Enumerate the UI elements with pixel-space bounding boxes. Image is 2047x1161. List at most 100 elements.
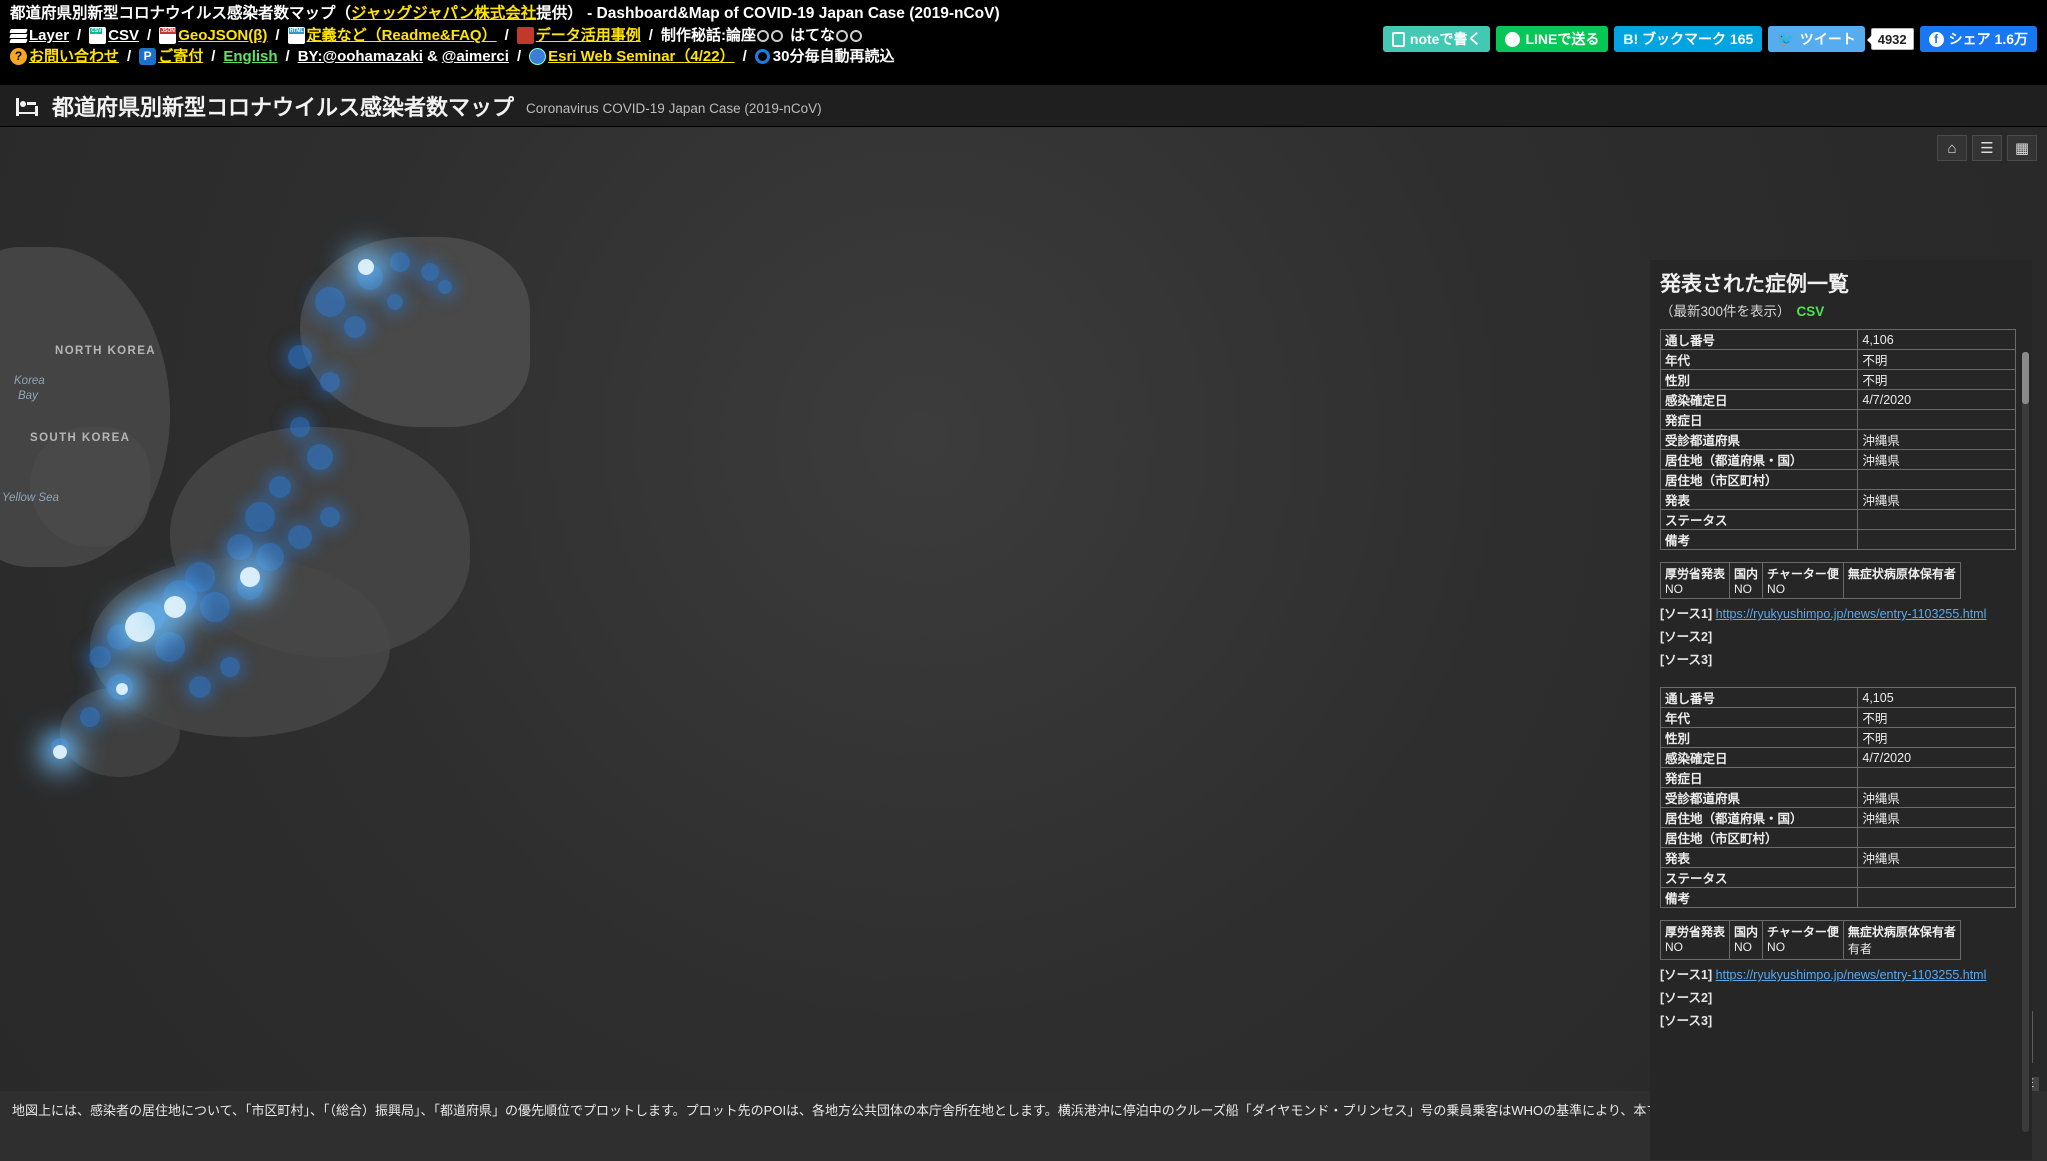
map-canvas[interactable] xyxy=(0,127,2047,1161)
map-case-cluster[interactable] xyxy=(421,263,439,281)
csv-file-icon: CSV xyxy=(89,27,107,45)
map-case-hotspot[interactable] xyxy=(358,259,374,275)
map-case-cluster[interactable] xyxy=(269,476,291,498)
note-share-button[interactable]: noteで書く xyxy=(1382,26,1491,52)
map-case-cluster[interactable] xyxy=(80,707,100,727)
case-field-key: 居住地（都道府県・国） xyxy=(1659,807,1859,828)
case-flag-value: 有者 xyxy=(1847,942,1872,956)
case-field-value: 沖縄県 xyxy=(1857,489,2016,510)
facebook-share-button[interactable]: f シェア 1.6万 xyxy=(1919,26,2037,52)
jagjapan-link[interactable]: ジャッグジャパン株式会社 xyxy=(351,5,536,22)
map-case-cluster[interactable] xyxy=(256,543,284,571)
parking-icon: P xyxy=(139,48,157,66)
map-case-hotspot[interactable] xyxy=(240,567,260,587)
case-field-value: 沖縄県 xyxy=(1857,847,2016,868)
line-share-button[interactable]: LINEで送る xyxy=(1496,26,1609,52)
author-oohamazaki-link[interactable]: BY:@oohamazaki xyxy=(298,49,423,65)
hatena-bookmark-label: B! ブックマーク 165 xyxy=(1623,31,1754,47)
map-case-cluster[interactable] xyxy=(288,345,312,369)
esri-seminar-link[interactable]: Esri Web Seminar（4/22） xyxy=(548,49,734,65)
case-field-value: 沖縄県 xyxy=(1857,449,2016,470)
map-label-korea-bay: Korea xyxy=(14,375,45,387)
map-case-cluster[interactable] xyxy=(288,525,312,549)
map-case-cluster[interactable] xyxy=(390,252,410,272)
circle-icon[interactable] xyxy=(770,29,783,42)
map-case-cluster[interactable] xyxy=(200,592,230,622)
geojson-link[interactable]: GeoJSON(β) xyxy=(178,28,267,44)
hatena-bookmark-button[interactable]: B! ブックマーク 165 xyxy=(1614,26,1763,52)
case-flag-table: 厚労省発表 NO 国内 NO チャーター便 NO 無症状病原体保有者 有者 xyxy=(1659,920,1961,960)
case-field-value: 4/7/2020 xyxy=(1857,747,2016,768)
data-usecase-link[interactable]: データ活用事例 xyxy=(536,28,641,44)
map-case-cluster[interactable] xyxy=(89,646,111,668)
table-row: 年代 不明 xyxy=(1659,349,2016,370)
case-list-panel[interactable]: 発表された症例一覧 （最新300件を表示） CSV 通し番号 4,106 年代 不明 性別… xyxy=(1650,260,2032,1160)
map-case-cluster[interactable] xyxy=(189,676,211,698)
english-link[interactable]: English xyxy=(223,49,277,65)
map-case-hotspot[interactable] xyxy=(164,596,186,618)
case-detail-table: 通し番号 4,105 年代 不明 性別 不明 感染確定日 4/7/2020 発症日 受診都道府県沖… xyxy=(1659,687,2016,908)
case-source-label: [ソース1] xyxy=(1660,968,1716,982)
case-flag-value: NO xyxy=(1767,582,1786,596)
auto-reload-label: 30分毎自動再読込 xyxy=(772,47,895,65)
page-title: 都道府県別新型コロナウイルス感染者数マップ xyxy=(52,94,515,120)
map-case-cluster[interactable] xyxy=(320,372,340,392)
case-source-link[interactable]: https://ryukyushimpo.jp/news/entry-11032… xyxy=(1716,607,1987,621)
case-flag-key: 厚労省発表 xyxy=(1665,567,1726,581)
separator: / xyxy=(147,26,152,44)
tweet-button[interactable]: 🐦 ツイート xyxy=(1768,26,1865,52)
map-landmass xyxy=(300,237,530,427)
japan-covid-map[interactable]: NORTH KOREA SOUTH KOREA Korea Bay Yellow… xyxy=(0,127,2047,1161)
map-case-cluster[interactable] xyxy=(387,294,403,310)
table-row: 発症日 xyxy=(1659,409,2016,430)
circle-icon[interactable] xyxy=(756,29,769,42)
csv-link[interactable]: CSV xyxy=(108,28,139,44)
globe-icon xyxy=(529,48,547,66)
map-case-cluster[interactable] xyxy=(320,507,340,527)
case-flag-cell: チャーター便 NO xyxy=(1762,562,1844,599)
contact-link[interactable]: お問い合わせ xyxy=(29,49,119,65)
map-landmass xyxy=(60,687,180,777)
map-case-cluster[interactable] xyxy=(438,280,452,294)
map-case-cluster[interactable] xyxy=(307,444,333,470)
donate-link[interactable]: ご寄付 xyxy=(158,49,203,65)
map-case-cluster[interactable] xyxy=(155,632,185,662)
tweet-count-badge: 4932 xyxy=(1866,28,1914,50)
map-case-hotspot[interactable] xyxy=(116,683,128,695)
table-row: 居住地（都道府県・国） 沖縄県 xyxy=(1659,807,2016,828)
map-case-cluster[interactable] xyxy=(227,534,253,560)
twitter-bird-icon: 🐦 xyxy=(1777,30,1795,47)
author-aimerci-link[interactable]: @aimerci xyxy=(442,49,509,65)
case-flag-value: NO xyxy=(1665,940,1683,954)
case-csv-link[interactable]: CSV xyxy=(1797,304,1825,319)
case-list-subtitle-text: （最新300件を表示） xyxy=(1660,304,1791,319)
circle-icon[interactable] xyxy=(849,29,862,42)
case-field-value xyxy=(1857,887,2016,908)
map-case-cluster[interactable] xyxy=(290,417,310,437)
map-case-cluster[interactable] xyxy=(220,657,240,677)
map-case-cluster[interactable] xyxy=(315,287,345,317)
readme-faq-link[interactable]: 定義など（Readme&FAQ） xyxy=(307,28,497,44)
map-case-hotspot[interactable] xyxy=(125,612,155,642)
map-case-cluster[interactable] xyxy=(344,316,366,338)
case-field-key: 年代 xyxy=(1659,349,1859,370)
table-row: 受診都道府県 沖縄県 xyxy=(1659,787,2016,808)
case-source-link[interactable]: https://ryukyushimpo.jp/news/entry-11032… xyxy=(1716,968,1987,982)
case-flag-key: 無症状病原体保有者 xyxy=(1847,567,1956,581)
layer-link[interactable]: Layer xyxy=(29,28,69,44)
tweet-label: ツイート xyxy=(1799,31,1856,47)
table-row: 年代 不明 xyxy=(1659,707,2016,728)
case-flag-cell: 国内 NO xyxy=(1729,920,1764,960)
case-field-key: ステータス xyxy=(1659,509,1859,530)
case-field-value: 不明 xyxy=(1857,727,2016,748)
map-case-cluster[interactable] xyxy=(245,502,275,532)
map-case-hotspot[interactable] xyxy=(53,745,67,759)
circle-icon[interactable] xyxy=(835,29,848,42)
case-field-value: 不明 xyxy=(1857,707,2016,728)
table-row: 備考 xyxy=(1659,887,2016,908)
case-list-scrollbar[interactable] xyxy=(2022,352,2029,1132)
reload-icon xyxy=(754,49,770,65)
case-flag-cell: チャーター便 NO xyxy=(1762,920,1844,960)
case-flag-key: 無症状病原体保有者 xyxy=(1847,925,1956,939)
case-source-line: [ソース3] xyxy=(1660,1010,2022,1029)
